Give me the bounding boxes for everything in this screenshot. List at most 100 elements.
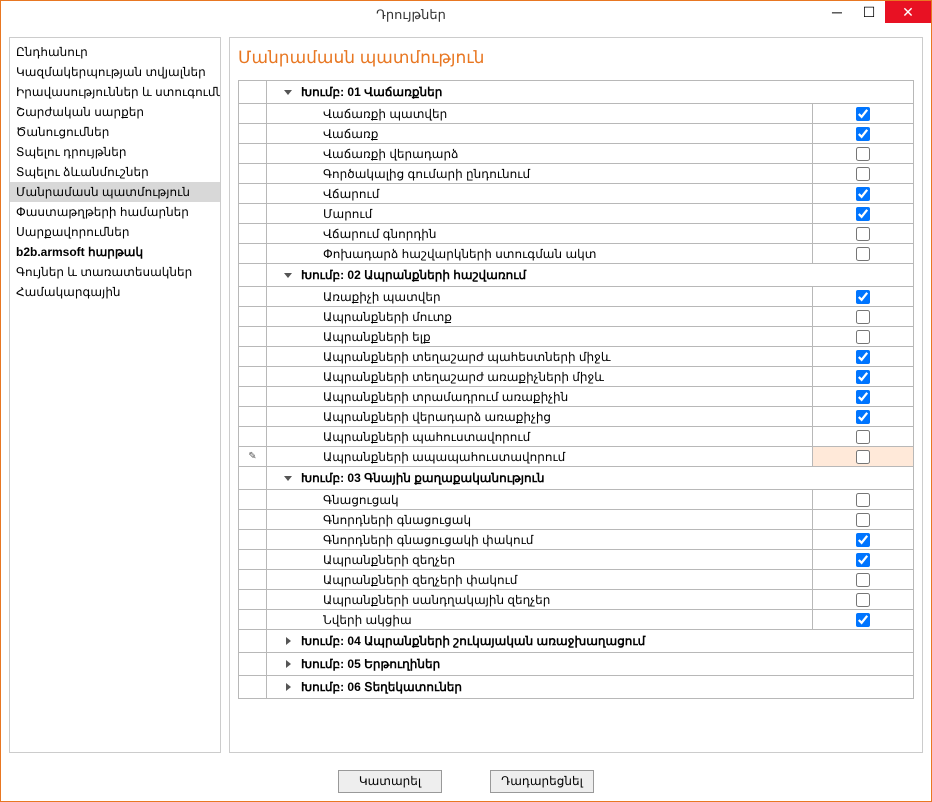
group-header[interactable]: Խումբ: 02 Ապրանքների հաշվառում <box>239 264 913 287</box>
row-checkbox[interactable] <box>856 410 870 424</box>
group-header[interactable]: Խումբ: 01 Վաճառքներ <box>239 81 913 104</box>
sidebar-item[interactable]: b2b.armsoft հարթակ <box>10 242 220 262</box>
sidebar-item[interactable]: Ծանուցումներ <box>10 122 220 142</box>
row-checkbox[interactable] <box>856 533 870 547</box>
close-button[interactable]: ✕ <box>885 1 931 23</box>
grid-scroll[interactable]: Խումբ: 01 ՎաճառքներՎաճառքի պատվերՎաճառքՎ… <box>230 80 922 752</box>
table-row[interactable]: Մարում <box>239 204 913 224</box>
table-row[interactable]: Առաքիչի պատվեր <box>239 287 913 307</box>
row-checkbox[interactable] <box>856 613 870 627</box>
sidebar-item[interactable]: Փաստաթղթերի համարներ <box>10 202 220 222</box>
row-checkbox[interactable] <box>856 147 870 161</box>
row-label: Ապրանքների ելք <box>267 327 813 346</box>
collapse-icon[interactable] <box>281 273 295 278</box>
sidebar-item[interactable]: Սարքավորումներ <box>10 222 220 242</box>
table-row[interactable]: ✎Ապրանքների ապապահուստավորում <box>239 447 913 467</box>
row-handle <box>239 490 267 509</box>
row-checkbox[interactable] <box>856 227 870 241</box>
sidebar-item[interactable]: Իրավասություններ և ստուգումներ <box>10 82 220 102</box>
expand-icon[interactable] <box>281 660 295 668</box>
table-row[interactable]: Ապրանքների զեղչեր <box>239 550 913 570</box>
table-row[interactable]: Գնացուցակ <box>239 490 913 510</box>
row-handle <box>239 407 267 426</box>
sidebar-item[interactable]: Տպելու դրույթներ <box>10 142 220 162</box>
row-checkbox[interactable] <box>856 573 870 587</box>
table-row[interactable]: Գնորդների գնացուցակ <box>239 510 913 530</box>
content-area: ԸնդհանուրԿազմակերպության տվյալներԻրավասո… <box>1 29 931 761</box>
expand-icon[interactable] <box>281 637 295 645</box>
sidebar-item[interactable]: Ընդհանուր <box>10 42 220 62</box>
row-handle: ✎ <box>239 447 267 466</box>
checkbox-cell <box>813 224 913 243</box>
row-label: Վճարում գնորդին <box>267 224 813 243</box>
row-checkbox[interactable] <box>856 450 870 464</box>
table-row[interactable]: Գործակալից գումարի ընդունում <box>239 164 913 184</box>
row-handle <box>239 184 267 203</box>
row-checkbox[interactable] <box>856 107 870 121</box>
sidebar-item[interactable]: Համակարգային <box>10 282 220 302</box>
checkbox-cell <box>813 184 913 203</box>
group-header[interactable]: Խումբ: 05 Երթուղիներ <box>239 653 913 676</box>
row-label: Գնորդների գնացուցակի փակում <box>267 530 813 549</box>
row-checkbox[interactable] <box>856 187 870 201</box>
table-row[interactable]: Փոխադարձ հաշվարկների ստուգման ակտ <box>239 244 913 264</box>
row-handle <box>239 224 267 243</box>
row-label: Վճարում <box>267 184 813 203</box>
cancel-button[interactable]: Դադարեցնել <box>490 770 594 793</box>
table-row[interactable]: Ապրանքների մուտք <box>239 307 913 327</box>
minimize-button[interactable]: ─ <box>821 1 853 23</box>
checkbox-cell <box>813 407 913 426</box>
row-checkbox[interactable] <box>856 493 870 507</box>
table-row[interactable]: Ապրանքների սանդղակային զեղչեր <box>239 590 913 610</box>
edit-indicator-icon: ✎ <box>248 451 256 462</box>
collapse-icon[interactable] <box>281 90 295 95</box>
table-row[interactable]: Վճարում գնորդին <box>239 224 913 244</box>
table-row[interactable]: Ապրանքների վերադարձ առաքիչից <box>239 407 913 427</box>
table-row[interactable]: Ապրանքների պահուստավորում <box>239 427 913 447</box>
group-label: Խումբ: 04 Ապրանքների շուկայական առաջխաղա… <box>301 634 645 648</box>
ok-button[interactable]: Կատարել <box>338 770 442 793</box>
checkbox-cell <box>813 610 913 629</box>
group-header[interactable]: Խումբ: 03 Գնային քաղաքականություն <box>239 467 913 490</box>
row-checkbox[interactable] <box>856 330 870 344</box>
expand-icon[interactable] <box>281 683 295 691</box>
row-checkbox[interactable] <box>856 310 870 324</box>
table-row[interactable]: Վաճառքի պատվեր <box>239 104 913 124</box>
row-label: Գործակալից գումարի ընդունում <box>267 164 813 183</box>
table-row[interactable]: Գնորդների գնացուցակի փակում <box>239 530 913 550</box>
row-checkbox[interactable] <box>856 370 870 384</box>
sidebar-item[interactable]: Տպելու ձևանմուշներ <box>10 162 220 182</box>
row-checkbox[interactable] <box>856 127 870 141</box>
checkbox-cell <box>813 590 913 609</box>
row-checkbox[interactable] <box>856 350 870 364</box>
row-checkbox[interactable] <box>856 430 870 444</box>
row-checkbox[interactable] <box>856 593 870 607</box>
sidebar-item[interactable]: Գույներ և տառատեսակներ <box>10 262 220 282</box>
table-row[interactable]: Ապրանքների ելք <box>239 327 913 347</box>
table-row[interactable]: Ապրանքների տեղաշարժ պահեստների միջև <box>239 347 913 367</box>
sidebar-item[interactable]: Մանրամասն պատմություն <box>10 182 220 202</box>
row-checkbox[interactable] <box>856 207 870 221</box>
row-checkbox[interactable] <box>856 553 870 567</box>
table-row[interactable]: Վաճառքի վերադարձ <box>239 144 913 164</box>
sidebar-item[interactable]: Կազմակերպության տվյալներ <box>10 62 220 82</box>
row-checkbox[interactable] <box>856 290 870 304</box>
table-row[interactable]: Ապրանքների տեղաշարժ առաքիչների միջև <box>239 367 913 387</box>
row-label: Ապրանքների զեղչեր <box>267 550 813 569</box>
table-row[interactable]: Վաճառք <box>239 124 913 144</box>
table-row[interactable]: Ապրանքների տրամադրում առաքիչին <box>239 387 913 407</box>
row-checkbox[interactable] <box>856 513 870 527</box>
row-checkbox[interactable] <box>856 247 870 261</box>
group-header[interactable]: Խումբ: 06 Տեղեկատուներ <box>239 676 913 699</box>
main-panel: Մանրամասն պատմություն Խումբ: 01 Վաճառքնե… <box>229 37 923 753</box>
table-row[interactable]: Ապրանքների զեղչերի փակում <box>239 570 913 590</box>
row-checkbox[interactable] <box>856 390 870 404</box>
maximize-button[interactable]: ☐ <box>853 1 885 23</box>
table-row[interactable]: Վճարում <box>239 184 913 204</box>
sidebar-item[interactable]: Շարժական սարքեր <box>10 102 220 122</box>
row-checkbox[interactable] <box>856 167 870 181</box>
row-handle <box>239 630 267 652</box>
collapse-icon[interactable] <box>281 476 295 481</box>
group-header[interactable]: Խումբ: 04 Ապրանքների շուկայական առաջխաղա… <box>239 630 913 653</box>
table-row[interactable]: Նվերի ակցիա <box>239 610 913 630</box>
